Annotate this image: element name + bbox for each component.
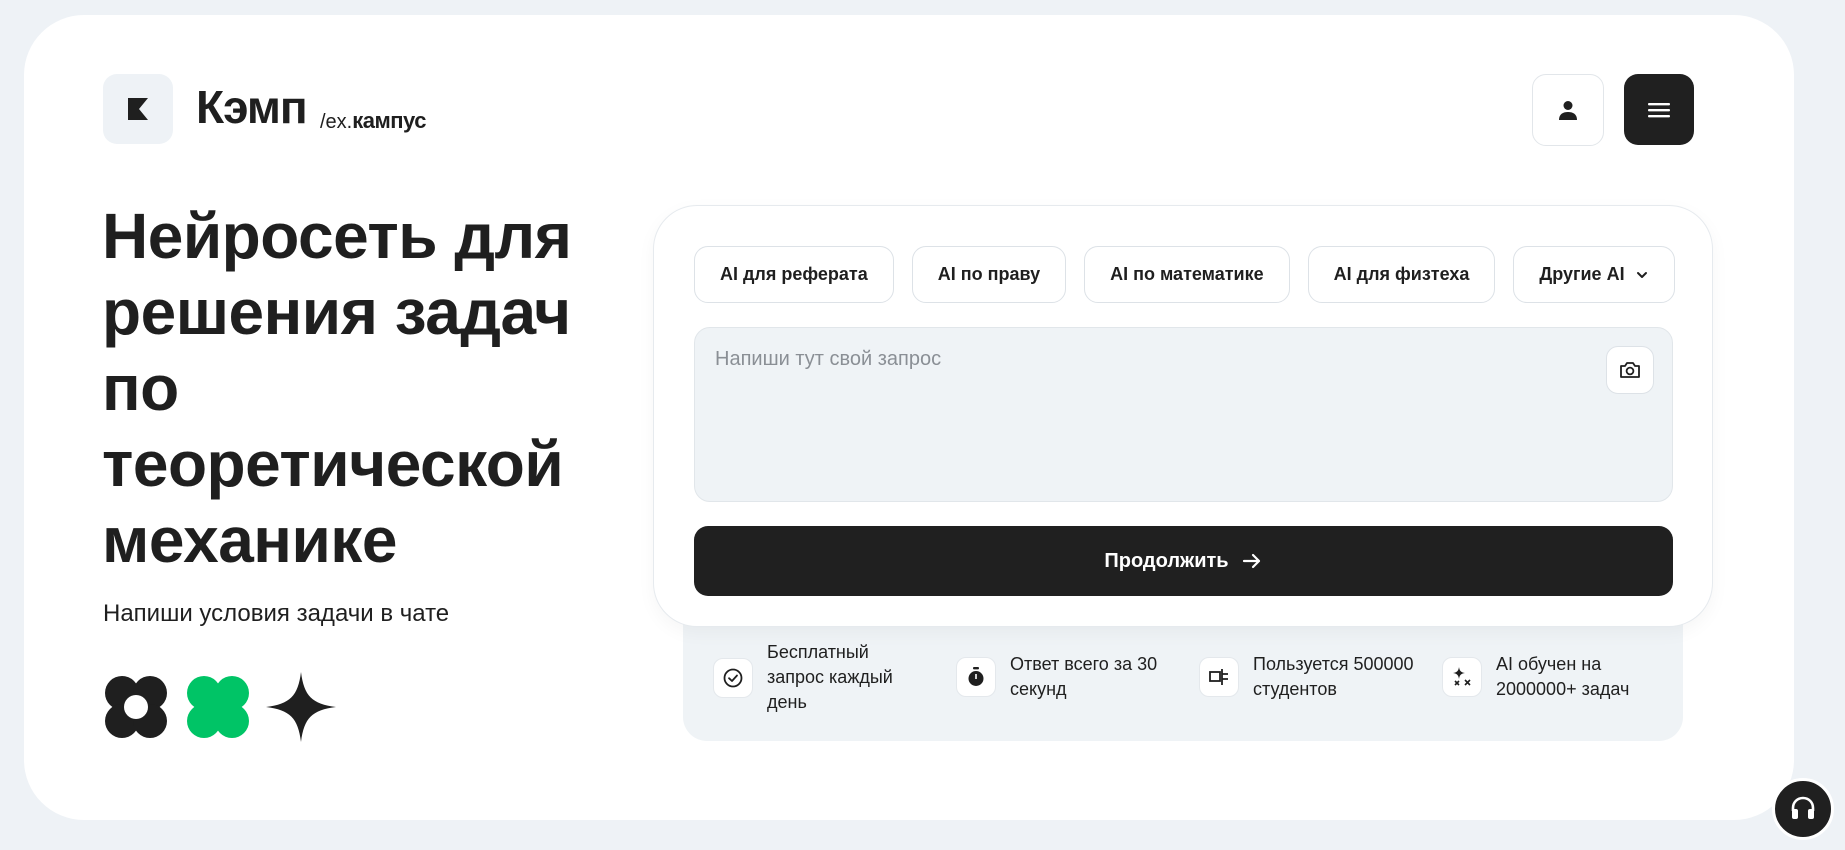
brand-ex-name: кампус xyxy=(352,108,426,133)
camera-icon xyxy=(1620,362,1640,378)
clover-icon xyxy=(187,676,249,738)
users-board-icon xyxy=(1199,657,1239,697)
sparkles-icon xyxy=(1442,657,1482,697)
prompt-box xyxy=(694,327,1673,502)
feature-text: Бесплатный запрос каждый день xyxy=(767,642,893,712)
chip-other-ai-dropdown[interactable]: Другие AI xyxy=(1513,246,1675,303)
brand-former-name: /ex.кампус xyxy=(320,108,426,134)
chip-label: AI для реферата xyxy=(720,264,868,284)
chip-label: AI для физтеха xyxy=(1333,264,1470,284)
prompt-input[interactable] xyxy=(695,328,1672,501)
logo-icon[interactable] xyxy=(103,74,173,144)
chip-label: AI по праву xyxy=(937,264,1041,284)
chip-ai-math[interactable]: AI по математике xyxy=(1084,246,1290,303)
feature-item: Бесплатный запрос каждый день xyxy=(713,640,907,715)
feature-text: AI обучен на 2000000+ задач xyxy=(1496,654,1630,699)
brand-ex-prefix: /ex. xyxy=(320,111,353,133)
chip-label: Другие AI xyxy=(1539,264,1625,284)
page-subtitle: Напиши условия задачи в чате xyxy=(103,600,450,627)
hamburger-icon xyxy=(1648,102,1670,117)
stopwatch-icon xyxy=(956,657,996,697)
feature-item: Ответ всего за 30 секунд xyxy=(956,652,1170,702)
check-badge-icon xyxy=(713,657,753,698)
chip-ai-essay[interactable]: AI для реферата xyxy=(694,246,894,303)
camera-upload-button[interactable] xyxy=(1606,346,1654,394)
feature-item: Пользуется 500000 студентов xyxy=(1199,652,1418,702)
menu-button[interactable] xyxy=(1624,74,1694,145)
chip-ai-law[interactable]: AI по праву xyxy=(911,246,1067,303)
feature-item: AI обучен на 2000000+ задач xyxy=(1442,652,1646,702)
query-panel: AI для реферата AI по праву AI по матема… xyxy=(653,205,1713,627)
decorative-shapes xyxy=(102,672,336,742)
feature-text: Ответ всего за 30 секунд xyxy=(1010,654,1158,699)
chip-label: AI по математике xyxy=(1110,264,1264,284)
arrow-right-icon xyxy=(1242,553,1260,569)
ai-chips: AI для реферата AI по праву AI по матема… xyxy=(694,246,1675,303)
user-profile-button[interactable] xyxy=(1532,74,1604,146)
continue-label: Продолжить xyxy=(1104,549,1229,572)
star-sparkle-icon xyxy=(266,672,336,742)
chip-ai-phystech[interactable]: AI для физтеха xyxy=(1307,246,1496,303)
page-title: Нейросеть для решения задач по теоретиче… xyxy=(102,200,572,576)
support-chat-button[interactable] xyxy=(1772,778,1834,840)
chevron-down-icon xyxy=(1636,271,1647,278)
headset-icon xyxy=(1791,796,1815,819)
flower-icon xyxy=(105,676,167,738)
continue-button[interactable]: Продолжить xyxy=(694,526,1673,596)
brand-name[interactable]: Кэмп xyxy=(196,80,308,134)
feature-text: Пользуется 500000 студентов xyxy=(1253,654,1414,699)
user-icon xyxy=(1559,101,1577,120)
